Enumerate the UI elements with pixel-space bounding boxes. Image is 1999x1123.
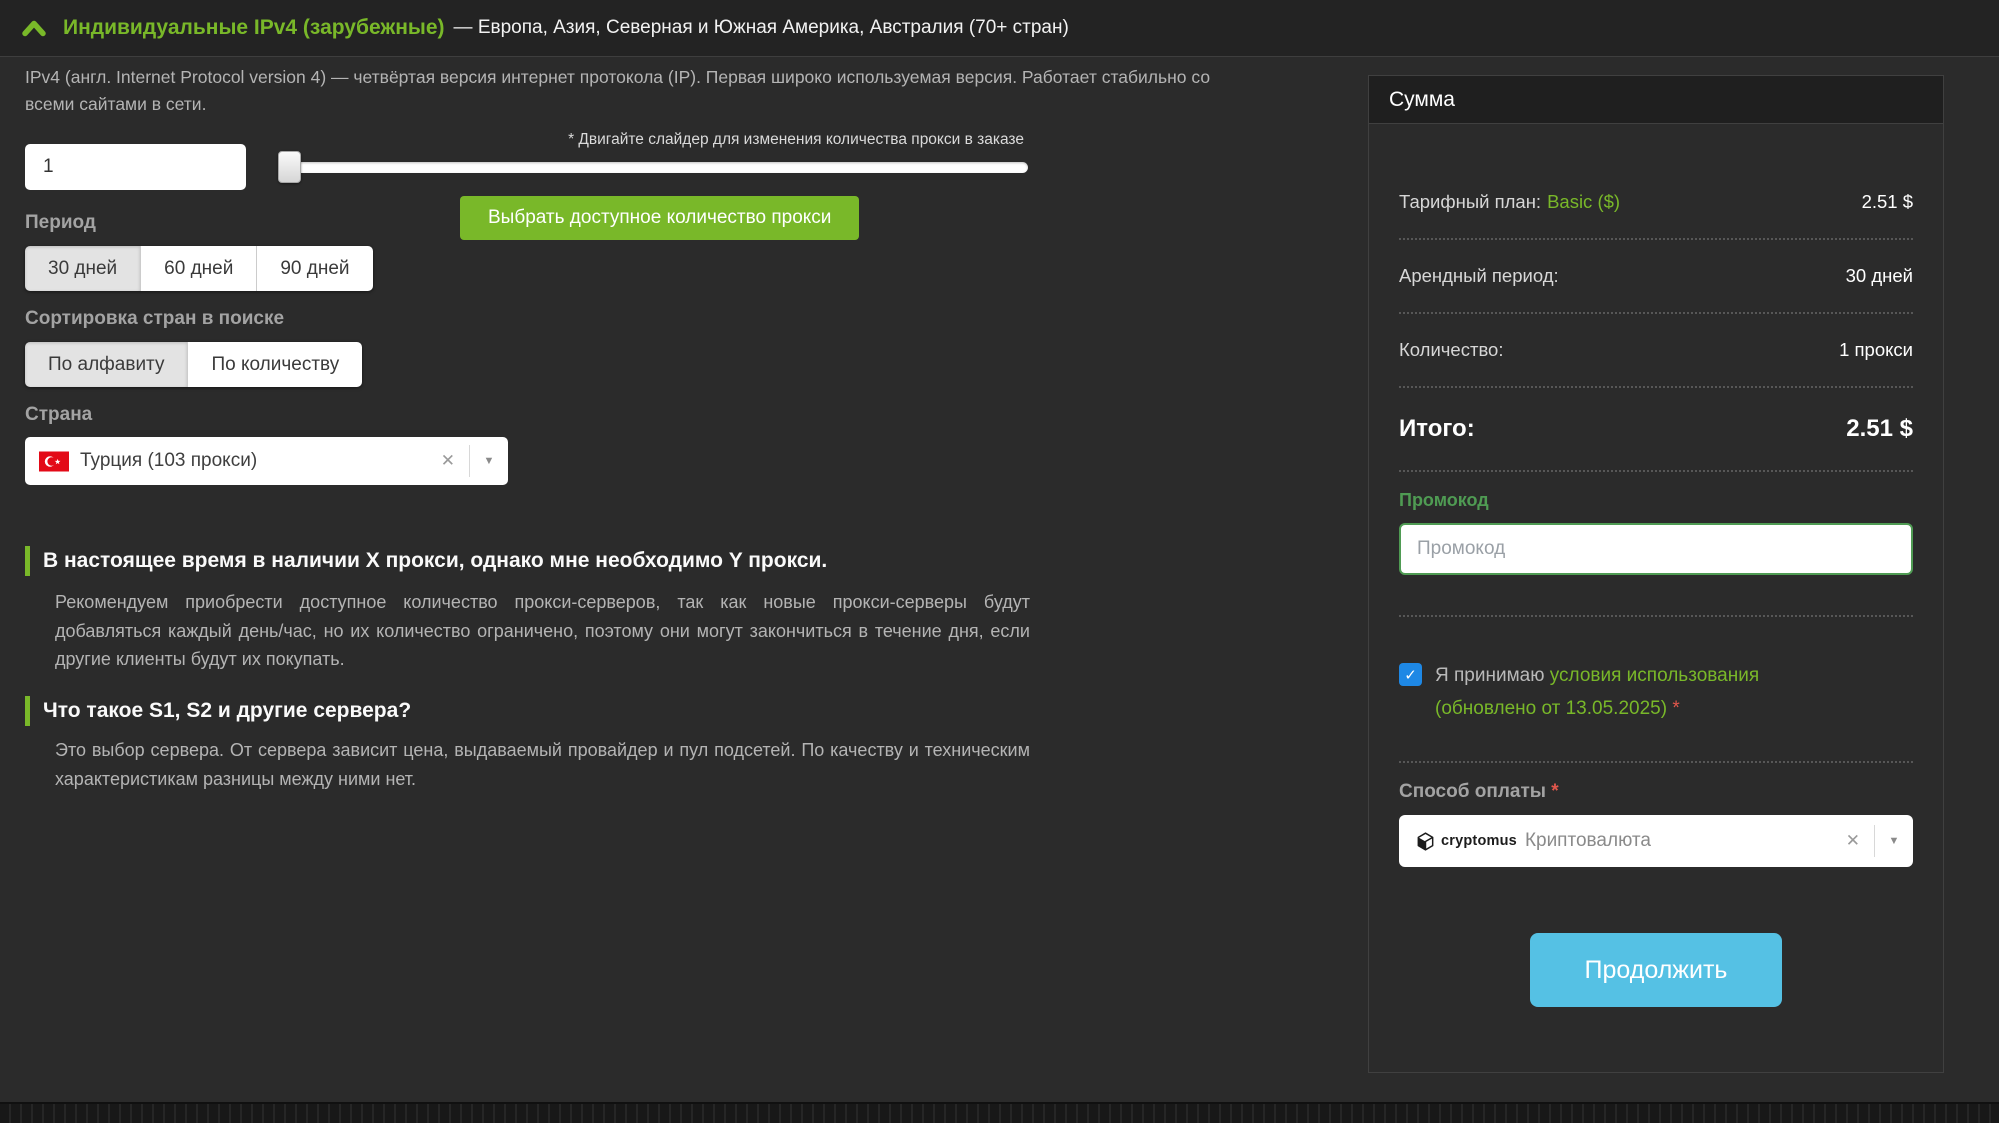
summary-row-quantity: Количество: 1 прокси <box>1399 314 1913 386</box>
info-section-servers: Что такое S1, S2 и другие сервера? <box>25 696 411 726</box>
clear-payment-icon[interactable]: ✕ <box>1832 831 1874 851</box>
clear-country-icon[interactable]: ✕ <box>427 451 469 471</box>
sort-option-alphabet[interactable]: По алфавиту <box>25 342 187 387</box>
select-available-quantity-button[interactable]: Выбрать доступное количество прокси <box>460 196 859 240</box>
country-label: Страна <box>25 404 92 426</box>
proxy-order-page: Индивидуальные IPv4 (зарубежные) — Европ… <box>0 0 1999 1123</box>
chevron-up-icon[interactable] <box>22 20 46 37</box>
cryptomus-brand: cryptomus <box>1415 831 1517 852</box>
info-body: Это выбор сервера. От сервера зависит це… <box>55 736 1030 793</box>
sort-option-quantity[interactable]: По количеству <box>187 342 362 387</box>
country-select[interactable]: Турция (103 прокси) ✕ ▼ <box>25 437 508 485</box>
dotted-divider <box>1399 615 1913 617</box>
sort-label: Сортировка стран в поиске <box>25 308 284 330</box>
terms-row: ✓ Я принимаю условия использования (обно… <box>1399 659 1913 725</box>
terms-text: Я принимаю условия использования (обновл… <box>1435 659 1815 725</box>
info-heading: В настоящее время в наличии X прокси, од… <box>43 549 827 573</box>
required-asterisk: * <box>1672 698 1679 719</box>
required-asterisk: * <box>1551 781 1558 802</box>
info-section-availability: В настоящее время в наличии X прокси, од… <box>25 546 827 576</box>
accent-bar <box>25 696 30 726</box>
promo-input[interactable] <box>1399 523 1913 575</box>
ipv4-description: IPv4 (англ. Internet Protocol version 4)… <box>25 64 1250 118</box>
quantity-input[interactable] <box>25 144 246 190</box>
slider-handle[interactable] <box>278 151 301 183</box>
slider-track[interactable] <box>278 162 1028 173</box>
section-subtitle: — Европа, Азия, Северная и Южная Америка… <box>454 17 1069 39</box>
total-label: Итого: <box>1399 415 1475 443</box>
summary-row-total: Итого: 2.51 $ <box>1399 388 1913 470</box>
slider-hint: * Двигайте слайдер для изменения количес… <box>278 131 1024 149</box>
period-option-90-days[interactable]: 90 дней <box>256 246 372 291</box>
terms-checkbox[interactable]: ✓ <box>1399 663 1422 686</box>
period-button-group: 30 дней 60 дней 90 дней <box>25 246 373 291</box>
payment-method-select[interactable]: cryptomus Криптовалюта ✕ ▼ <box>1399 815 1913 867</box>
turkey-flag-icon <box>39 451 69 472</box>
terms-prefix: Я принимаю <box>1435 665 1550 686</box>
section-title: Индивидуальные IPv4 (зарубежные) <box>63 16 445 40</box>
order-summary-panel: Сумма Тарифный план:Basic ($) 2.51 $ Аре… <box>1368 75 1944 1073</box>
info-heading: Что такое S1, S2 и другие сервера? <box>43 699 411 723</box>
total-value: 2.51 $ <box>1846 415 1913 443</box>
chevron-down-icon[interactable]: ▼ <box>1875 835 1913 847</box>
dotted-divider <box>1399 761 1913 763</box>
info-body: Рекомендуем приобрести доступное количес… <box>55 588 1030 674</box>
summary-row-period: Арендный период: 30 дней <box>1399 240 1913 312</box>
summary-body: Тарифный план:Basic ($) 2.51 $ Арендный … <box>1369 166 1943 1007</box>
section-header-ipv4[interactable]: Индивидуальные IPv4 (зарубежные) — Европ… <box>0 0 1999 57</box>
cryptomus-cube-icon <box>1415 831 1436 852</box>
tariff-label: Тарифный план:Basic ($) <box>1399 191 1620 213</box>
bottom-section-divider <box>0 1102 1999 1123</box>
chevron-down-icon[interactable]: ▼ <box>470 455 508 467</box>
continue-button[interactable]: Продолжить <box>1530 933 1782 1007</box>
payment-method-label: Способ оплаты * <box>1399 781 1913 803</box>
summary-row-tariff: Тарифный план:Basic ($) 2.51 $ <box>1399 166 1913 238</box>
tariff-price: 2.51 $ <box>1862 191 1913 213</box>
quantity-row-value: 1 прокси <box>1839 339 1913 361</box>
period-option-60-days[interactable]: 60 дней <box>140 246 256 291</box>
promo-label: Промокод <box>1399 490 1913 511</box>
tariff-plan-name: Basic ($) <box>1547 191 1620 212</box>
sort-button-group: По алфавиту По количеству <box>25 342 362 387</box>
country-select-value: Турция (103 прокси) <box>80 450 257 472</box>
period-option-30-days[interactable]: 30 дней <box>25 246 140 291</box>
period-row-value: 30 дней <box>1846 265 1913 287</box>
summary-title: Сумма <box>1369 76 1943 124</box>
payment-select-value: Криптовалюта <box>1525 830 1651 852</box>
accent-bar <box>25 546 30 576</box>
quantity-row-label: Количество: <box>1399 339 1504 361</box>
cryptomus-wordmark: cryptomus <box>1441 833 1517 849</box>
dotted-divider <box>1399 470 1913 472</box>
period-label: Период <box>25 212 96 234</box>
quantity-slider[interactable] <box>278 151 1028 183</box>
period-row-label: Арендный период: <box>1399 265 1559 287</box>
